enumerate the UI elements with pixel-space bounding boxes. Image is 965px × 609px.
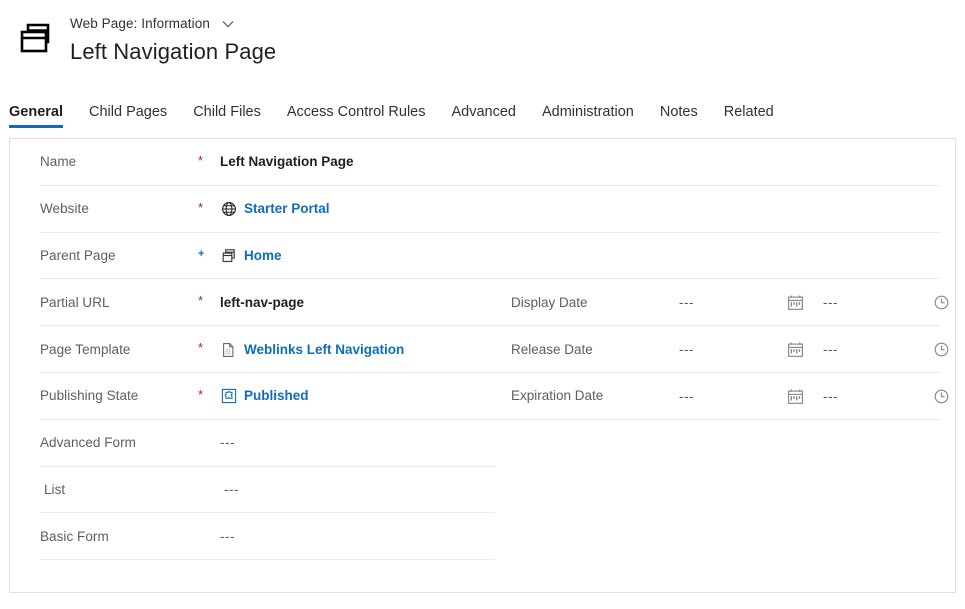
field-label-list: List: [44, 481, 66, 497]
field-label-parent-page: Parent Page: [40, 247, 116, 263]
tab-notes[interactable]: Notes: [660, 103, 698, 130]
empty-right-cell: [500, 467, 955, 514]
field-value-release-date[interactable]: ---: [679, 342, 787, 357]
field-value-publishing-state[interactable]: Published: [220, 387, 500, 405]
empty-right-cell: [500, 233, 955, 280]
field-page-template: Page Template * Weblinks Left Navigation: [10, 326, 500, 373]
tab-administration[interactable]: Administration: [542, 103, 634, 130]
field-row-parent-page: Parent Page + Home: [10, 233, 955, 280]
field-value-expiration-time[interactable]: ---: [819, 389, 933, 404]
required-indicator: *: [198, 152, 204, 168]
empty-right-cell: [500, 186, 955, 233]
tab-child-pages[interactable]: Child Pages: [89, 103, 167, 130]
clock-icon[interactable]: [933, 341, 963, 358]
clock-icon[interactable]: [933, 294, 963, 311]
field-label-website: Website: [40, 201, 89, 217]
field-value-name[interactable]: Left Navigation Page: [220, 153, 500, 171]
entity-type-label: Web Page: Information: [70, 16, 210, 31]
field-row-name: Name * Left Navigation Page: [10, 139, 955, 186]
field-publishing-state: Publishing State * Published: [10, 373, 500, 420]
calendar-icon[interactable]: [787, 388, 819, 405]
field-value-list[interactable]: ---: [224, 481, 500, 499]
field-value-basic-form[interactable]: ---: [220, 528, 500, 546]
clock-icon[interactable]: [933, 388, 963, 405]
field-value-publishing-state-text: Published: [244, 388, 309, 404]
field-label-advanced-form: Advanced Form: [40, 435, 136, 451]
web-pages-icon: [14, 16, 58, 60]
field-label-partial-url: Partial URL: [40, 294, 110, 310]
calendar-icon[interactable]: [787, 294, 819, 311]
empty-right-cell: [500, 513, 955, 560]
field-row-page-template: Page Template * Weblinks Left Navigation…: [10, 326, 955, 373]
empty-right-cell: [500, 139, 955, 186]
required-indicator: *: [198, 199, 204, 215]
field-label-publishing-state: Publishing State: [40, 388, 139, 404]
field-label-expiration-date: Expiration Date: [511, 388, 604, 404]
field-release-date: Release Date --- ---: [500, 326, 963, 373]
row-divider: [40, 559, 495, 561]
field-label-page-template: Page Template: [40, 341, 131, 357]
field-value-website[interactable]: Starter Portal: [220, 200, 500, 218]
field-value-display-date[interactable]: ---: [679, 295, 787, 310]
recommended-indicator: +: [198, 247, 205, 260]
tab-general[interactable]: General: [9, 103, 63, 130]
general-tab-form-card: Name * Left Navigation Page Website * St…: [9, 138, 956, 593]
field-row-publishing-state: Publishing State * Published Expiration …: [10, 373, 955, 420]
field-name: Name * Left Navigation Page: [10, 139, 500, 186]
field-partial-url: Partial URL * left-nav-page: [10, 279, 500, 326]
field-row-website: Website * Starter Portal: [10, 186, 955, 233]
page-title: Left Navigation Page: [70, 39, 277, 64]
field-row-advanced-form: Advanced Form ---: [10, 420, 955, 467]
field-label-release-date: Release Date: [511, 341, 593, 357]
field-value-page-template-text: Weblinks Left Navigation: [244, 341, 405, 357]
field-expiration-date: Expiration Date --- ---: [500, 373, 963, 420]
chevron-down-icon[interactable]: [220, 16, 236, 32]
publishing-state-icon: [220, 388, 237, 405]
field-value-parent-page[interactable]: Home: [220, 247, 500, 265]
field-display-date: Display Date --- ---: [500, 279, 963, 326]
required-indicator: *: [198, 386, 204, 402]
page-template-icon: [220, 341, 237, 358]
field-value-expiration-date[interactable]: ---: [679, 389, 787, 404]
field-list: List ---: [10, 467, 500, 514]
field-label-name: Name: [40, 154, 77, 170]
tab-access-control-rules[interactable]: Access Control Rules: [287, 103, 426, 130]
tab-advanced[interactable]: Advanced: [451, 103, 516, 130]
web-page-icon: [220, 247, 237, 264]
field-value-release-time[interactable]: ---: [819, 342, 933, 357]
field-value-display-time[interactable]: ---: [819, 295, 933, 310]
field-row-basic-form: Basic Form ---: [10, 513, 955, 561]
field-label-display-date: Display Date: [511, 294, 588, 310]
field-advanced-form: Advanced Form ---: [10, 420, 500, 467]
header-text-block: Web Page: Information Left Navigation Pa…: [70, 12, 276, 67]
tab-child-files[interactable]: Child Files: [193, 103, 261, 130]
field-value-advanced-form[interactable]: ---: [220, 434, 500, 452]
field-value-page-template[interactable]: Weblinks Left Navigation: [220, 341, 500, 359]
required-indicator: *: [198, 340, 204, 356]
globe-icon: [220, 201, 237, 218]
field-label-basic-form: Basic Form: [40, 528, 109, 544]
field-value-website-text: Starter Portal: [244, 201, 330, 217]
field-website: Website * Starter Portal: [10, 186, 500, 233]
empty-right-cell: [500, 420, 955, 467]
tab-strip: General Child Pages Child Files Access C…: [0, 92, 965, 130]
field-value-parent-page-text: Home: [244, 247, 282, 263]
field-row-partial-url: Partial URL * left-nav-page Display Date…: [10, 279, 955, 327]
required-indicator: *: [198, 293, 204, 309]
entity-type-row[interactable]: Web Page: Information: [70, 15, 276, 33]
tab-related[interactable]: Related: [724, 103, 774, 130]
field-basic-form: Basic Form ---: [10, 513, 500, 560]
field-parent-page: Parent Page + Home: [10, 233, 500, 280]
page-header: Web Page: Information Left Navigation Pa…: [0, 0, 965, 76]
field-row-list: List ---: [10, 467, 955, 514]
form-grid: Name * Left Navigation Page Website * St…: [10, 139, 955, 561]
field-value-partial-url[interactable]: left-nav-page: [220, 294, 500, 312]
calendar-icon[interactable]: [787, 341, 819, 358]
